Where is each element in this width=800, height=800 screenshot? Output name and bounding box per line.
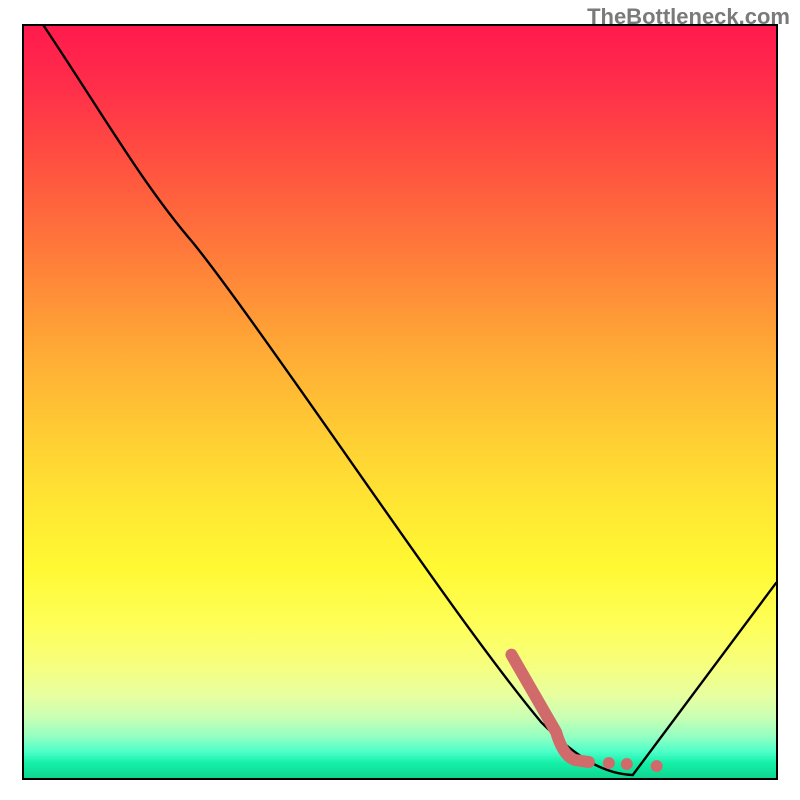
highlight-segment — [511, 655, 589, 762]
chart-container: TheBottleneck.com — [0, 0, 800, 800]
curves-overlay — [24, 26, 776, 778]
highlight-dot — [603, 757, 615, 769]
highlight-dot — [651, 760, 663, 772]
watermark-text: TheBottleneck.com — [587, 4, 790, 30]
plot-frame — [22, 24, 778, 780]
highlight-dot — [621, 758, 633, 770]
bottleneck-curve — [44, 26, 776, 775]
